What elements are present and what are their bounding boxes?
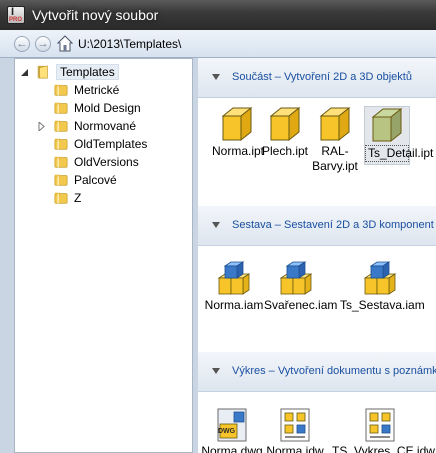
- tree-item-label: Palcové: [74, 173, 117, 187]
- assembly-icon: [362, 260, 398, 298]
- file-name: Norma.ipt: [212, 144, 265, 158]
- collapse-triangle-icon[interactable]: [20, 68, 29, 77]
- assembly-icon: [216, 260, 252, 298]
- template-file[interactable]: Norma.idw: [264, 406, 326, 453]
- section-title: Výkres – Vytvoření dokumentu s poznámka: [232, 365, 436, 377]
- forward-arrow-icon[interactable]: →: [35, 36, 51, 52]
- template-file[interactable]: Svařenec.iam: [264, 260, 338, 313]
- dwg-badge: DWG: [218, 428, 236, 435]
- folder-open-icon: [37, 65, 48, 79]
- collapse-triangle-icon[interactable]: [212, 368, 220, 374]
- template-file[interactable]: DWG Norma.dwg: [200, 406, 264, 453]
- folder-icon: [54, 120, 68, 132]
- template-file[interactable]: TS_Vykres_CE.idw: [332, 406, 435, 453]
- tree-item-folder[interactable]: Mold Design: [53, 99, 141, 117]
- tree-item-folder[interactable]: Z: [53, 189, 81, 207]
- file-name: Norma.iam: [204, 298, 264, 312]
- section-header[interactable]: Součást – Vytvoření 2D a 3D objektů: [198, 58, 436, 98]
- tree-item-label: Z: [74, 191, 82, 205]
- idw-drawing-icon: [362, 406, 398, 444]
- template-file[interactable]: RAL- Barvy.ipt: [310, 106, 360, 174]
- section-files: Norma.ipt Plech.ipt RAL- Barvy.ipt Ts_Detail…: [198, 98, 436, 206]
- part-cube-green-icon: [369, 107, 405, 145]
- tree-item-label: Mold Design: [74, 101, 141, 115]
- window-title: Vytvořit nový soubor: [32, 7, 159, 23]
- folder-icon: [54, 156, 68, 168]
- collapse-triangle-icon[interactable]: [212, 74, 220, 80]
- file-name: Svařenec.iam: [264, 298, 338, 312]
- folder-icon: [54, 84, 68, 96]
- section-title: Součást – Vytvoření 2D a 3D objektů: [232, 71, 412, 83]
- section-header[interactable]: Sestava – Sestavení 2D a 3D komponent: [198, 206, 436, 246]
- file-name: RAL-: [321, 144, 349, 158]
- collapse-triangle-icon[interactable]: [212, 222, 220, 228]
- folder-tree: Templates Metrické Mold Design Normované Ol…: [14, 58, 193, 453]
- tree-item-folder[interactable]: Normované: [53, 117, 136, 135]
- address-bar: ← → U:\2013\Templates\: [0, 30, 436, 58]
- folder-icon: [54, 102, 68, 114]
- template-file[interactable]: Ts_Detail.ipt: [364, 106, 433, 165]
- template-file[interactable]: Plech.ipt: [260, 106, 310, 159]
- tree-item-folder[interactable]: Metrické: [53, 81, 119, 99]
- tree-item-folder[interactable]: Palcové: [53, 171, 117, 189]
- section-files: Norma.iam Svařenec.iam Ts_Sestava.iam: [198, 246, 436, 352]
- tree-item-label: OldVersions: [74, 155, 139, 169]
- part-cube-icon: [219, 106, 255, 144]
- section-header[interactable]: Výkres – Vytvoření dokumentu s poznámka: [198, 352, 436, 392]
- section-files: DWG Norma.dwg Norma.idw TS_Vykres_CE.idw: [198, 392, 436, 453]
- tree-item-label: Metrické: [74, 83, 120, 97]
- templates-pane: Součást – Vytvoření 2D a 3D objektů Norma…: [198, 58, 436, 453]
- file-name: Norma.dwg: [201, 444, 263, 453]
- folder-icon: [54, 174, 68, 186]
- file-name: Plech.ipt: [261, 144, 309, 158]
- assembly-icon: [278, 260, 314, 298]
- file-name-line2: Barvy.ipt: [312, 159, 358, 173]
- template-file[interactable]: Ts_Sestava.iam: [340, 260, 425, 313]
- title-bar: I PRO Vytvořit nový soubor: [0, 0, 436, 30]
- tree-item-folder[interactable]: OldTemplates: [53, 135, 147, 153]
- idw-drawing-icon: [277, 406, 313, 444]
- inventor-app-icon: I PRO: [7, 6, 25, 24]
- address-path[interactable]: U:\2013\Templates\: [78, 37, 181, 51]
- tree-item-folder[interactable]: OldVersions: [53, 153, 139, 171]
- template-file[interactable]: Norma.iam: [204, 260, 264, 313]
- section-title: Sestava – Sestavení 2D a 3D komponent: [232, 219, 434, 231]
- part-cube-icon: [317, 106, 353, 144]
- folder-icon: [54, 138, 68, 150]
- dwg-drawing-icon: DWG: [214, 406, 250, 444]
- template-file[interactable]: Norma.ipt: [212, 106, 265, 159]
- file-name: Ts_Sestava.iam: [340, 298, 425, 312]
- expand-triangle-icon[interactable]: [37, 122, 46, 131]
- file-name: Ts_Detail.ipt: [365, 145, 433, 162]
- tree-item-label: Normované: [74, 119, 137, 133]
- tree-item-templates[interactable]: Templates: [18, 63, 119, 81]
- file-name: Norma.idw: [266, 444, 324, 453]
- folder-icon: [54, 192, 68, 204]
- file-name: TS_Vykres_CE.idw: [332, 444, 435, 453]
- tree-item-label: OldTemplates: [74, 137, 148, 151]
- home-icon[interactable]: [57, 35, 73, 52]
- part-cube-icon: [267, 106, 303, 144]
- back-arrow-icon[interactable]: ←: [14, 36, 30, 52]
